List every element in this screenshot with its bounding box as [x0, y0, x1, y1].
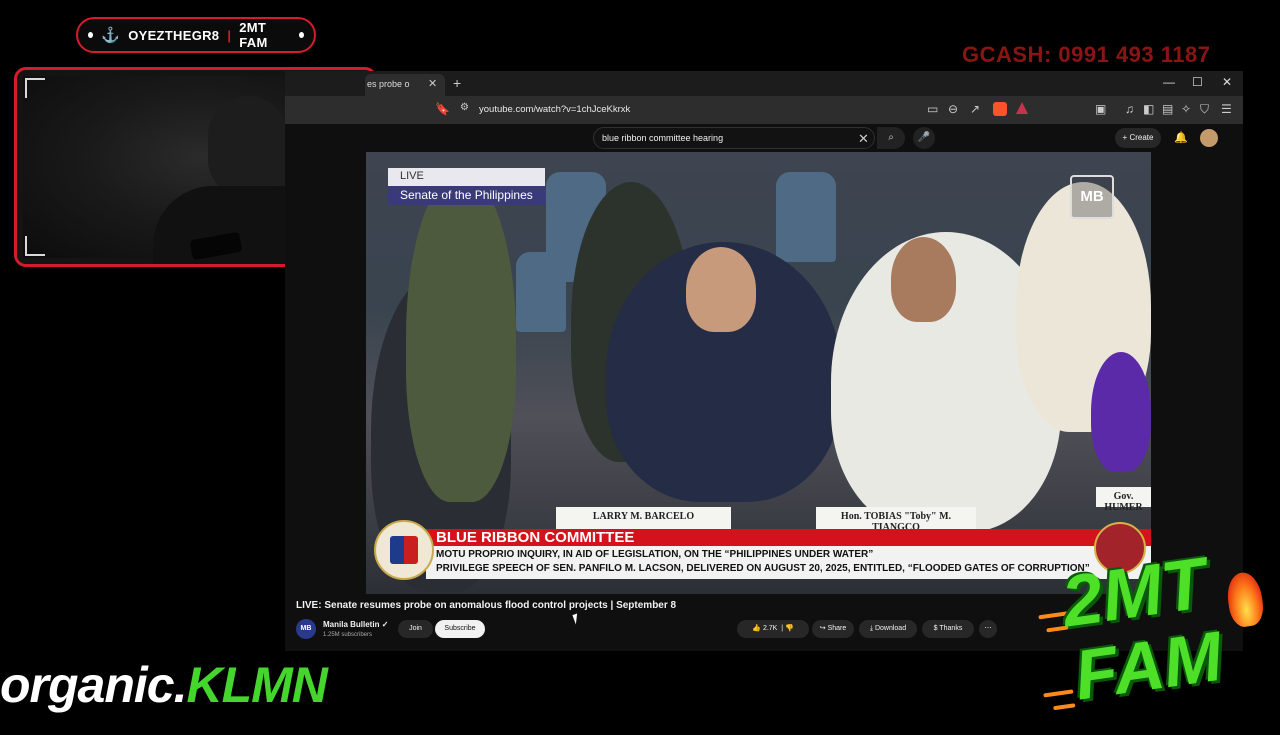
mb-watermark: MB [1070, 175, 1114, 219]
channel-name[interactable]: Manila Bulletin ✓ [323, 620, 388, 629]
organic-klmn-logo: organic.KLMN [0, 655, 328, 715]
more-actions-icon[interactable]: ⋯ [979, 620, 997, 638]
download-icon: ⤓ [869, 625, 873, 632]
brave-rewards-icon[interactable] [1016, 102, 1028, 114]
new-tab-icon[interactable]: + [453, 75, 461, 91]
media-icon[interactable]: ♫ [1125, 102, 1134, 116]
klmn-text: KLMN [186, 657, 327, 713]
site-settings-icon[interactable]: ⚙ [460, 102, 469, 113]
barong-man-face [891, 237, 956, 322]
clear-search-icon[interactable]: ✕ [858, 131, 869, 147]
sidebar-icon[interactable]: ▣ [1095, 102, 1106, 116]
anchor-icon: ⚓ [101, 27, 121, 44]
verified-icon: ✓ [381, 620, 389, 629]
streamer-name: OYEZTHEGR8 [128, 27, 220, 43]
panel-icon[interactable]: ◧ [1143, 102, 1154, 116]
zoom-icon[interactable]: ⊖ [948, 102, 958, 116]
bullet-dot [298, 32, 304, 38]
create-label: Create [1129, 133, 1154, 142]
frame-corner [25, 236, 45, 256]
live-label: LIVE [388, 168, 545, 186]
notifications-icon[interactable]: 🔔 [1174, 131, 1188, 144]
banner-title: BLUE RIBBON COMMITTEE [426, 529, 1151, 546]
channel-name-text: Manila Bulletin [323, 620, 380, 629]
live-tag: LIVE Senate of the Philippines [388, 168, 545, 205]
nameplate-1: LARRY M. BARCELO [556, 507, 731, 529]
ai-icon[interactable]: ✧ [1181, 102, 1191, 116]
channel-avatar[interactable]: MB [296, 619, 316, 639]
tab-close-icon[interactable]: ✕ [428, 77, 437, 90]
share-icon: ↪ [819, 625, 826, 632]
video-player[interactable]: LIVE Senate of the Philippines MB LARRY … [366, 152, 1151, 594]
thanks-icon: $ [933, 625, 938, 632]
chair [516, 252, 566, 332]
banner-line-1: MOTU PROPRIO INQUIRY, IN AID OF LEGISLAT… [436, 549, 874, 560]
join-button[interactable]: Join [398, 620, 433, 638]
bookmark-icon[interactable]: 🔖 [435, 102, 450, 116]
address-bar[interactable]: youtube.com/watch?v=1chJceKkrxk [479, 104, 630, 115]
organic-text: organic. [0, 657, 187, 713]
youtube-header: blue ribbon committee hearing ✕ ⌕ 🎤 + Cr… [285, 124, 1243, 152]
menu-icon[interactable]: ☰ [1221, 102, 1232, 116]
thumbs-down-icon[interactable]: 👎 [785, 625, 794, 632]
subscribe-button[interactable]: Subscribe [435, 620, 485, 638]
video-title: LIVE: Senate resumes probe on anomalous … [296, 600, 677, 611]
seal-flag [390, 536, 418, 564]
microphone-icon[interactable]: 🎤 [913, 127, 935, 149]
subscriber-count: 1.25M subscribers [323, 632, 373, 638]
like-dislike-group[interactable]: 👍 2.7K | 👎 [737, 620, 809, 638]
nameplate-3: Gov. HUMER [1096, 487, 1151, 513]
group-name: 2MT FAM [239, 20, 268, 50]
wallet-icon[interactable]: ▤ [1162, 102, 1173, 116]
tab-bar: es probe o ✕ + — ☐ ✕ [285, 71, 1243, 96]
flame-icon [1224, 570, 1266, 629]
thanks-button[interactable]: $ Thanks [922, 620, 974, 638]
minimize-icon[interactable]: — [1163, 75, 1175, 89]
2mt-fam-logo: 2MT FAM [1038, 533, 1280, 733]
frame-corner [25, 78, 45, 98]
browser-toolbar: 🔖 ⚙ youtube.com/watch?v=1chJceKkrxk ▭ ⊖ … [285, 96, 1243, 124]
separator: | [227, 27, 232, 43]
cast-icon[interactable]: ▭ [927, 102, 938, 116]
like-count: 2.7K [762, 625, 778, 632]
thanks-label: Thanks [939, 625, 963, 632]
chair [776, 172, 836, 262]
nameplate-2: Hon. TOBIAS "Toby" M. TIANGCO [816, 507, 976, 533]
search-box[interactable]: blue ribbon committee hearing ✕ [593, 127, 875, 149]
gcash-donation-text: GCASH: 0991 493 1187 [962, 42, 1211, 67]
tab-title: es probe o [367, 79, 410, 89]
search-input[interactable]: blue ribbon committee hearing [602, 133, 723, 143]
person-purple [1091, 352, 1151, 472]
streamer-name-badge: ⚓ OYEZTHEGR8 | 2MT FAM [76, 17, 316, 53]
speaker-face [686, 247, 756, 332]
share-label: Share [827, 625, 847, 632]
streamer-head [208, 96, 288, 196]
close-window-icon[interactable]: ✕ [1222, 75, 1232, 89]
thumbs-up-icon[interactable]: 👍 [752, 625, 761, 632]
user-avatar[interactable] [1200, 129, 1218, 147]
bullet-dot [88, 32, 94, 38]
speed-line [1043, 689, 1074, 698]
speed-line [1053, 703, 1076, 711]
live-channel: Senate of the Philippines [388, 186, 545, 205]
download-label: Download [874, 625, 907, 632]
maximize-icon[interactable]: ☐ [1192, 75, 1203, 89]
senate-seal [374, 520, 434, 580]
download-button[interactable]: ⤓ Download [859, 620, 917, 638]
share-button[interactable]: ↪ Share [812, 620, 854, 638]
create-button[interactable]: + Create [1115, 128, 1161, 148]
brave-shield-icon[interactable] [993, 102, 1007, 116]
search-icon[interactable]: ⌕ [877, 127, 905, 149]
share-page-icon[interactable]: ↗ [970, 102, 980, 116]
vpn-icon[interactable]: ⛉ [1200, 102, 1209, 117]
person-green-jacket [406, 172, 516, 502]
